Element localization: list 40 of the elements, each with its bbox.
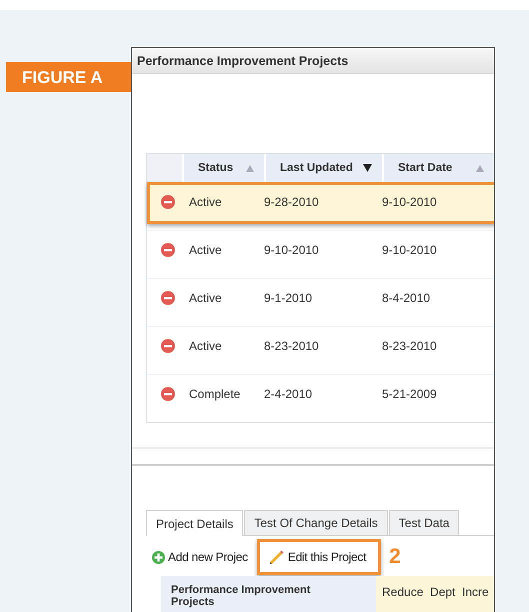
- table-cell-text: 2-4-2010: [263, 386, 314, 403]
- table-cell-text: 9-10-2010: [381, 242, 438, 259]
- table-cell-text: 9-10-2010: [263, 242, 320, 259]
- callout-number: 2: [389, 545, 401, 569]
- table-cell-text: Active: [188, 242, 223, 259]
- remove-icon[interactable]: [161, 339, 175, 353]
- tab[interactable]: Test Data: [388, 510, 460, 535]
- table-row[interactable]: Complete 2-4-2010 5-21-2009: [147, 374, 494, 422]
- table-row[interactable]: Active 9-28-2010 9-10-2010: [147, 182, 494, 224]
- pencil-icon: [268, 549, 285, 565]
- field-value: Reduce Dept Incre: [376, 576, 494, 612]
- tab[interactable]: Project Details: [146, 510, 244, 536]
- column-header[interactable]: Status: [182, 154, 264, 182]
- table-cell-text: Active: [188, 338, 223, 355]
- remove-icon[interactable]: [161, 387, 175, 401]
- add-icon: [152, 550, 165, 564]
- table-row[interactable]: Active 8-23-2010 8-23-2010: [147, 326, 494, 374]
- table-row[interactable]: Active 9-1-2010 8-4-2010: [147, 278, 494, 326]
- table-cell-text: 8-23-2010: [263, 338, 320, 355]
- table-row[interactable]: Active 9-10-2010 9-10-2010: [147, 230, 494, 278]
- table-cell-text: 8-4-2010: [381, 290, 432, 307]
- field-label: Performance Improvement Projects: [161, 576, 376, 612]
- table-cell-text: 9-1-2010: [263, 290, 314, 307]
- table-cell-text: 9-28-2010: [263, 194, 320, 211]
- table-cell-text: 8-23-2010: [381, 338, 438, 355]
- remove-icon[interactable]: [161, 195, 175, 209]
- table-cell-text: 5-21-2009: [381, 386, 438, 403]
- window-title: Performance Improvement Projects: [132, 48, 494, 74]
- add-project-button[interactable]: Add new Projec: [151, 543, 257, 571]
- column-header[interactable]: Start Date: [382, 154, 494, 182]
- remove-icon[interactable]: [161, 291, 175, 305]
- figure-label: FIGURE A: [6, 62, 131, 92]
- edit-project-button[interactable]: Edit this Project: [256, 539, 382, 575]
- table-cell-text: Active: [188, 194, 223, 211]
- table-cell-text: Active: [188, 290, 223, 307]
- table-cell-text: Complete: [188, 386, 242, 403]
- remove-icon[interactable]: [161, 243, 175, 257]
- column-header[interactable]: Last Updated: [264, 154, 382, 182]
- tab[interactable]: Test Of Change Details: [244, 510, 388, 535]
- table-cell-text: 9-10-2010: [381, 194, 438, 211]
